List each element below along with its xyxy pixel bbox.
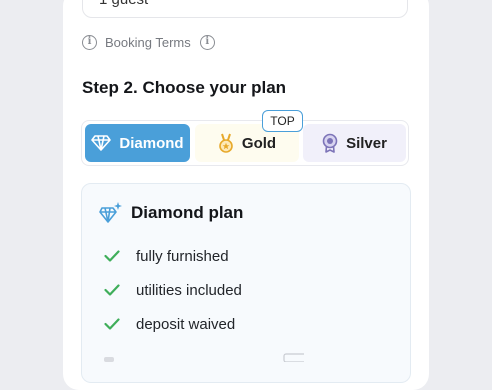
check-icon	[104, 318, 120, 330]
list-item: fully furnished	[104, 246, 229, 266]
list-item: deposit waived	[104, 314, 235, 334]
info-icon: i	[82, 34, 97, 50]
gold-medal-icon	[219, 133, 233, 153]
guests-field[interactable]: 1 guest	[82, 0, 408, 18]
booking-terms-row: i Booking Terms i	[82, 33, 215, 51]
next-row-partial	[104, 353, 304, 362]
plan-tabs: Diamond Gold Silver	[81, 120, 409, 166]
info-icon[interactable]: i	[199, 34, 215, 50]
diamond-icon	[91, 135, 112, 151]
tab-silver[interactable]: Silver	[303, 124, 406, 162]
check-icon	[104, 250, 120, 262]
list-item: utilities included	[104, 280, 242, 300]
feature-label: deposit waived	[136, 315, 236, 333]
feature-label: fully furnished	[136, 247, 229, 265]
plan-title: Diamond plan	[131, 203, 244, 222]
feature-label: utilities included	[136, 281, 242, 299]
booking-terms-link[interactable]: Booking Terms	[105, 35, 191, 50]
tab-diamond[interactable]: Diamond	[85, 124, 190, 162]
tab-label: Diamond	[119, 134, 184, 152]
step-title: Step 2. Choose your plan	[82, 78, 287, 97]
check-icon	[104, 284, 120, 296]
silver-medal-icon	[322, 133, 338, 153]
guests-value: 1 guest	[99, 0, 148, 8]
tab-label: Gold	[241, 134, 277, 152]
sparkle-diamond-icon	[99, 202, 122, 223]
top-badge: TOP	[262, 110, 303, 132]
tab-label: Silver	[346, 134, 387, 152]
